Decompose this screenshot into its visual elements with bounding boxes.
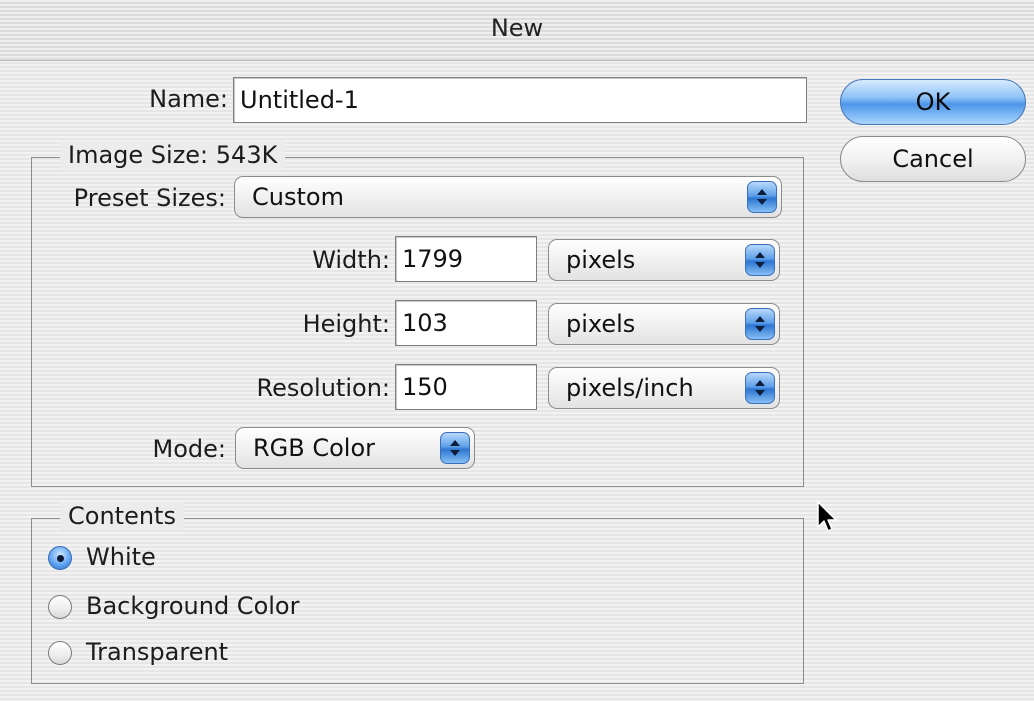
mode-label: Mode: (152, 435, 226, 463)
cancel-button[interactable]: Cancel (840, 136, 1026, 182)
mouse-pointer-icon (816, 500, 838, 534)
preset-sizes-label: Preset Sizes: (73, 184, 226, 212)
height-input[interactable]: 103 (395, 300, 537, 346)
mode-value: RGB Color (253, 434, 376, 462)
radio-unselected-icon (48, 595, 72, 619)
resolution-input[interactable]: 150 (395, 364, 537, 410)
up-down-arrows-icon (745, 308, 775, 340)
resolution-label: Resolution: (256, 374, 391, 402)
up-down-arrows-icon (440, 432, 470, 464)
up-down-arrows-icon (747, 181, 777, 213)
name-label: Name: (149, 85, 228, 113)
name-input[interactable]: Untitled-1 (233, 77, 807, 123)
radio-transparent[interactable]: Transparent (48, 638, 368, 668)
width-unit-popup[interactable]: pixels (548, 239, 780, 281)
radio-white-label: White (86, 543, 156, 571)
contents-legend: Contents (60, 502, 184, 530)
radio-background-color[interactable]: Background Color (48, 592, 368, 622)
up-down-arrows-icon (745, 244, 775, 276)
height-label: Height: (302, 310, 390, 338)
radio-transparent-label: Transparent (86, 638, 229, 666)
radio-white[interactable]: White (48, 543, 368, 573)
radio-selected-icon (48, 546, 72, 570)
preset-sizes-value: Custom (252, 183, 344, 211)
radio-background-color-label: Background Color (86, 592, 300, 620)
dialog-title: New (490, 14, 544, 42)
width-unit-value: pixels (566, 246, 636, 274)
radio-unselected-icon (48, 641, 72, 665)
height-unit-popup[interactable]: pixels (548, 303, 780, 345)
preset-sizes-popup[interactable]: Custom (234, 176, 782, 218)
resolution-unit-popup[interactable]: pixels/inch (548, 367, 780, 409)
width-input[interactable]: 1799 (395, 236, 537, 282)
resolution-unit-value: pixels/inch (566, 374, 694, 402)
image-size-legend: Image Size: 543K (60, 141, 286, 169)
mode-popup[interactable]: RGB Color (235, 427, 475, 469)
width-label: Width: (312, 246, 390, 274)
height-unit-value: pixels (566, 310, 636, 338)
ok-button[interactable]: OK (840, 79, 1026, 125)
up-down-arrows-icon (745, 372, 775, 404)
